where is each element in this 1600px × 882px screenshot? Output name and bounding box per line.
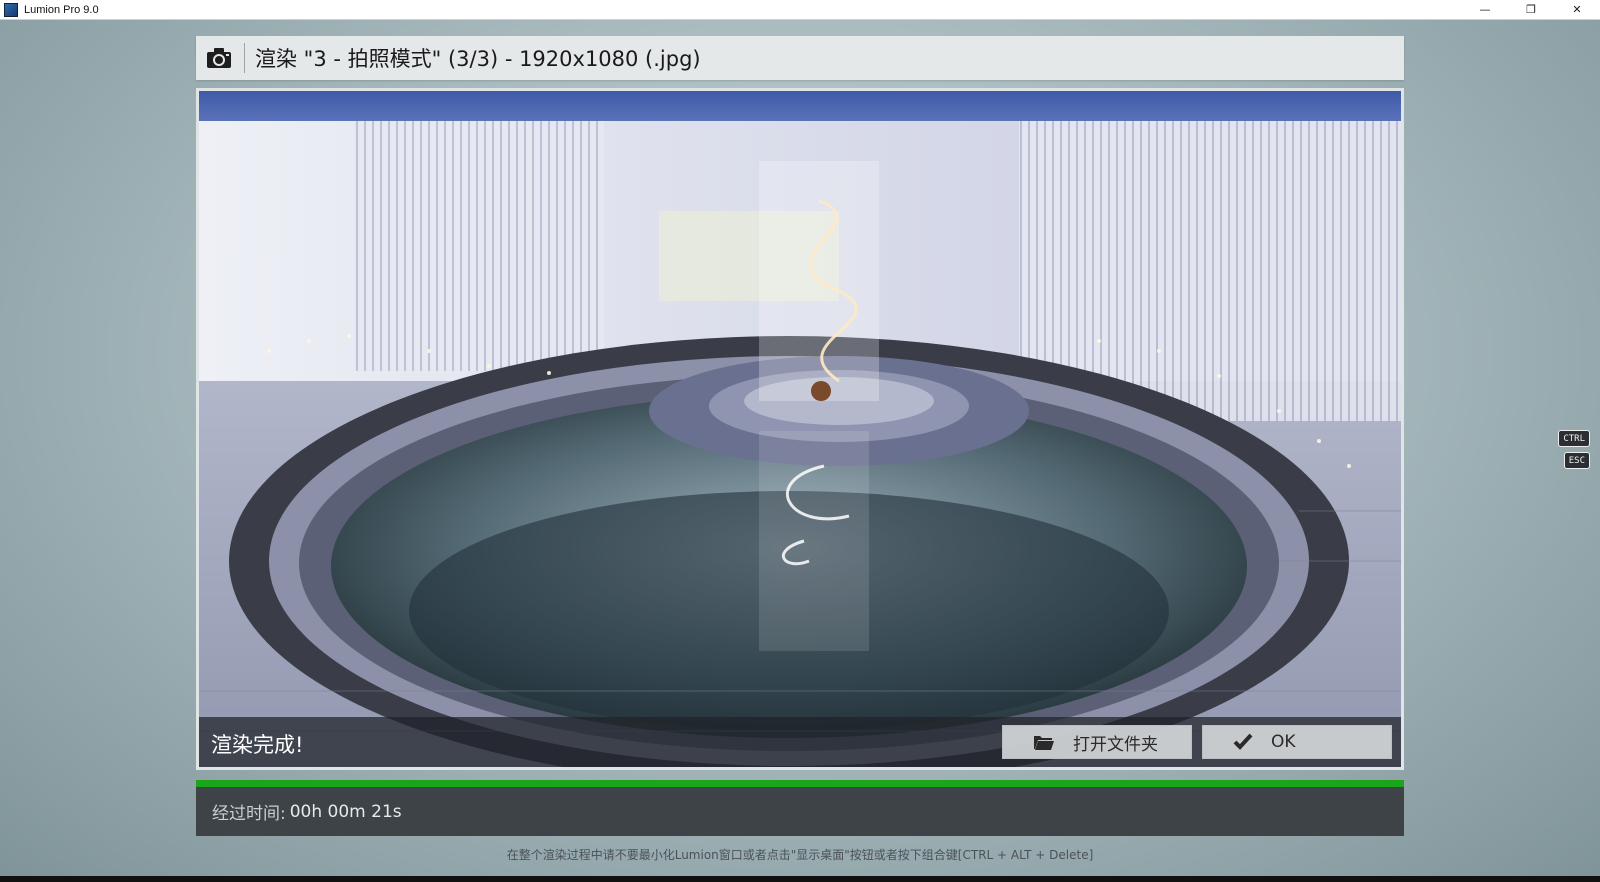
ok-button[interactable]: OK [1202,725,1392,759]
render-title: 渲染 "3 - 拍照模式" (3/3) - 1920x1080 (.jpg) [255,47,701,71]
elapsed-time-value: 00h 00m 21s [289,801,402,822]
window-controls: — ❐ ✕ [1462,0,1600,19]
render-status-strip: 渲染完成! 打开文件夹 OK [199,717,1401,767]
camera-icon [207,48,231,68]
restore-button[interactable]: ❐ [1508,0,1554,19]
window-title: Lumion Pro 9.0 [24,3,99,16]
render-preview-frame: 渲染完成! 打开文件夹 OK [196,88,1404,770]
render-progress-bar [196,780,1404,787]
folder-icon [1033,733,1055,751]
lumion-app-icon [4,2,18,17]
esc-key-badge: ESC [1563,452,1590,469]
close-button[interactable]: ✕ [1554,0,1600,19]
elapsed-time-bar: 经过时间: 00h 00m 21s [196,787,1404,836]
rendered-scene [199,91,1401,767]
window-title-bar: Lumion Pro 9.0 — ❐ ✕ [0,0,1600,20]
render-warning-hint: 在整个渲染过程中请不要最小化Lumion窗口或者点击"显示桌面"按钮或者按下组合… [506,848,1094,862]
render-header: 渲染 "3 - 拍照模式" (3/3) - 1920x1080 (.jpg) [196,36,1404,80]
render-status-text: 渲染完成! [211,733,304,757]
minimize-button[interactable]: — [1462,0,1508,19]
taskbar-strip [0,876,1600,882]
open-folder-button[interactable]: 打开文件夹 [1002,725,1192,759]
elapsed-time-label: 经过时间: [212,804,286,824]
open-folder-label: 打开文件夹 [1073,734,1158,755]
ctrl-key-badge: CTRL [1558,430,1590,447]
render-preview-image: 渲染完成! 打开文件夹 OK [199,91,1401,767]
header-separator [244,43,245,73]
checkmark-icon [1233,733,1253,751]
ok-label: OK [1271,732,1296,752]
render-progress-fill [196,780,1404,787]
